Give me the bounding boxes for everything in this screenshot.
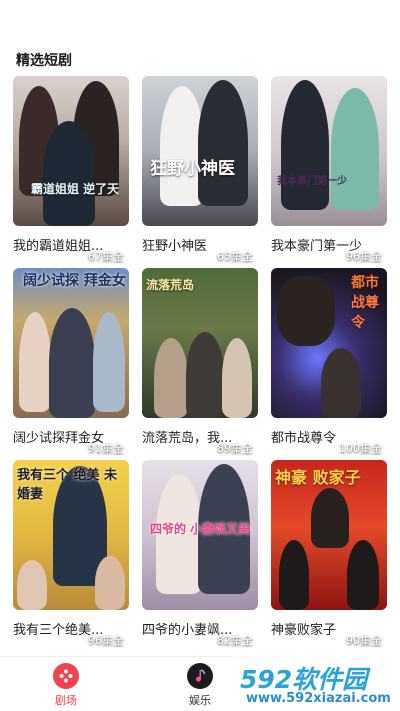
- drama-card[interactable]: 都市 战尊令 100集全 都市战尊令: [271, 268, 387, 460]
- section-title: 精选短剧: [16, 53, 72, 69]
- tab-theater[interactable]: 剧场: [36, 663, 96, 708]
- poster-text: 狂野小神医: [150, 159, 235, 179]
- drama-title: 都市战尊令: [271, 431, 337, 446]
- tab-entertainment[interactable]: 娱乐: [170, 663, 230, 708]
- drama-card[interactable]: 阔少试探 拜金女 91集全 阔少试探拜金女: [13, 268, 129, 460]
- drama-title: 我有三个绝美...: [13, 623, 104, 638]
- poster-text: 四爷的 小妻飒又美: [150, 522, 251, 536]
- poster-text: 都市 战尊令: [351, 275, 379, 331]
- drama-card[interactable]: 流落荒岛 89集全 流落荒岛，我...: [142, 268, 258, 460]
- tab-label: 剧场: [55, 694, 77, 707]
- drama-card[interactable]: 我本豪门第一少 96集全 我本豪门第一少: [271, 76, 387, 268]
- drama-title: 流落荒岛，我...: [142, 431, 233, 446]
- film-reel-icon: [53, 663, 79, 689]
- music-note-icon: [187, 663, 213, 689]
- drama-card[interactable]: 神豪 败家子 90集全 神豪败家子: [271, 460, 387, 652]
- poster-text: 我本豪门第一少: [277, 176, 347, 187]
- watermark-url: www.592xiazai.com: [246, 691, 391, 706]
- drama-title: 神豪败家子: [271, 623, 337, 638]
- drama-poster: 神豪 败家子: [271, 460, 387, 610]
- drama-card[interactable]: 狂野小神医 65集全 狂野小神医: [142, 76, 258, 268]
- drama-poster: 流落荒岛: [142, 268, 258, 418]
- drama-title: 我的霸道姐姐...: [13, 239, 104, 254]
- watermark: 592软件园 www.592xiazai.com: [232, 656, 400, 711]
- drama-title: 阔少试探拜金女: [13, 431, 105, 446]
- drama-poster: 霸道姐姐 逆了天: [13, 76, 129, 226]
- drama-grid: 霸道姐姐 逆了天 67集全 我的霸道姐姐... 狂野小神医 65集全 狂野小神医…: [13, 76, 387, 652]
- poster-text: 我有三个 绝美 未婚妻: [17, 468, 118, 502]
- drama-poster: 我有三个 绝美 未婚妻: [13, 460, 129, 610]
- drama-card[interactable]: 霸道姐姐 逆了天 67集全 我的霸道姐姐...: [13, 76, 129, 268]
- drama-card[interactable]: 我有三个 绝美 未婚妻 96集全 我有三个绝美...: [13, 460, 129, 652]
- drama-title: 四爷的小妻飒...: [142, 623, 233, 638]
- tab-label: 娱乐: [189, 694, 211, 707]
- drama-poster: 都市 战尊令: [271, 268, 387, 418]
- drama-poster: 四爷的 小妻飒又美: [142, 460, 258, 610]
- drama-poster: 狂野小神医: [142, 76, 258, 226]
- drama-poster: 阔少试探 拜金女: [13, 268, 129, 418]
- drama-title: 狂野小神医: [142, 239, 208, 254]
- poster-text: 阔少试探 拜金女: [23, 273, 126, 289]
- poster-text: 霸道姐姐 逆了天: [31, 182, 120, 196]
- drama-poster: 我本豪门第一少: [271, 76, 387, 226]
- drama-title: 我本豪门第一少: [271, 239, 363, 254]
- poster-text: 神豪 败家子: [275, 468, 361, 487]
- poster-text: 流落荒岛: [146, 278, 195, 292]
- drama-card[interactable]: 四爷的 小妻飒又美 82集全 四爷的小妻飒...: [142, 460, 258, 652]
